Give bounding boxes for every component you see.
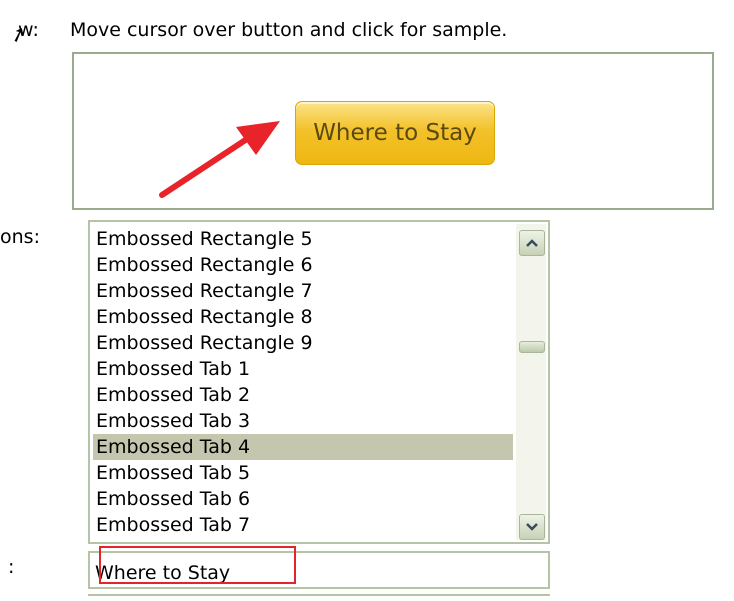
list-item[interactable]: Embossed Tab 1 xyxy=(93,356,513,382)
scroll-down-button[interactable] xyxy=(519,514,545,540)
list-item[interactable]: Embossed Rectangle 6 xyxy=(93,252,513,278)
list-item[interactable]: Embossed Tab 6 xyxy=(93,486,513,512)
list-item[interactable]: Embossed Rectangle 8 xyxy=(93,304,513,330)
scroll-up-button[interactable] xyxy=(519,230,545,256)
list-item[interactable]: Embossed Tab 3 xyxy=(93,408,513,434)
text-label: : xyxy=(8,556,15,578)
list-item[interactable]: Embossed Rectangle 9 xyxy=(93,330,513,356)
text-highlight-box xyxy=(99,546,296,584)
list-items: Embossed Rectangle 5 Embossed Rectangle 6… xyxy=(93,226,513,542)
preview-label: w: xyxy=(18,19,39,41)
scroll-thumb[interactable] xyxy=(519,341,545,353)
red-arrow-icon xyxy=(159,121,280,198)
chevron-up-icon xyxy=(526,239,538,247)
list-item[interactable]: Embossed Tab 4 xyxy=(93,434,513,460)
list-item[interactable]: Embossed Rectangle 7 xyxy=(93,278,513,304)
scrollbar[interactable] xyxy=(516,224,546,540)
buttons-label: ons: xyxy=(0,226,40,248)
instructions-text: Move cursor over button and click for sa… xyxy=(70,19,508,41)
list-item-partial[interactable] xyxy=(93,538,513,542)
divider xyxy=(88,594,550,601)
chevron-down-icon xyxy=(526,523,538,531)
button-style-list[interactable]: Embossed Rectangle 5 Embossed Rectangle 6… xyxy=(88,220,550,544)
list-item[interactable]: Embossed Tab 2 xyxy=(93,382,513,408)
list-item[interactable]: Embossed Tab 5 xyxy=(93,460,513,486)
list-item[interactable]: Embossed Tab 7 xyxy=(93,512,513,538)
sample-button[interactable]: Where to Stay xyxy=(295,101,495,165)
list-item[interactable]: Embossed Rectangle 5 xyxy=(93,226,513,252)
